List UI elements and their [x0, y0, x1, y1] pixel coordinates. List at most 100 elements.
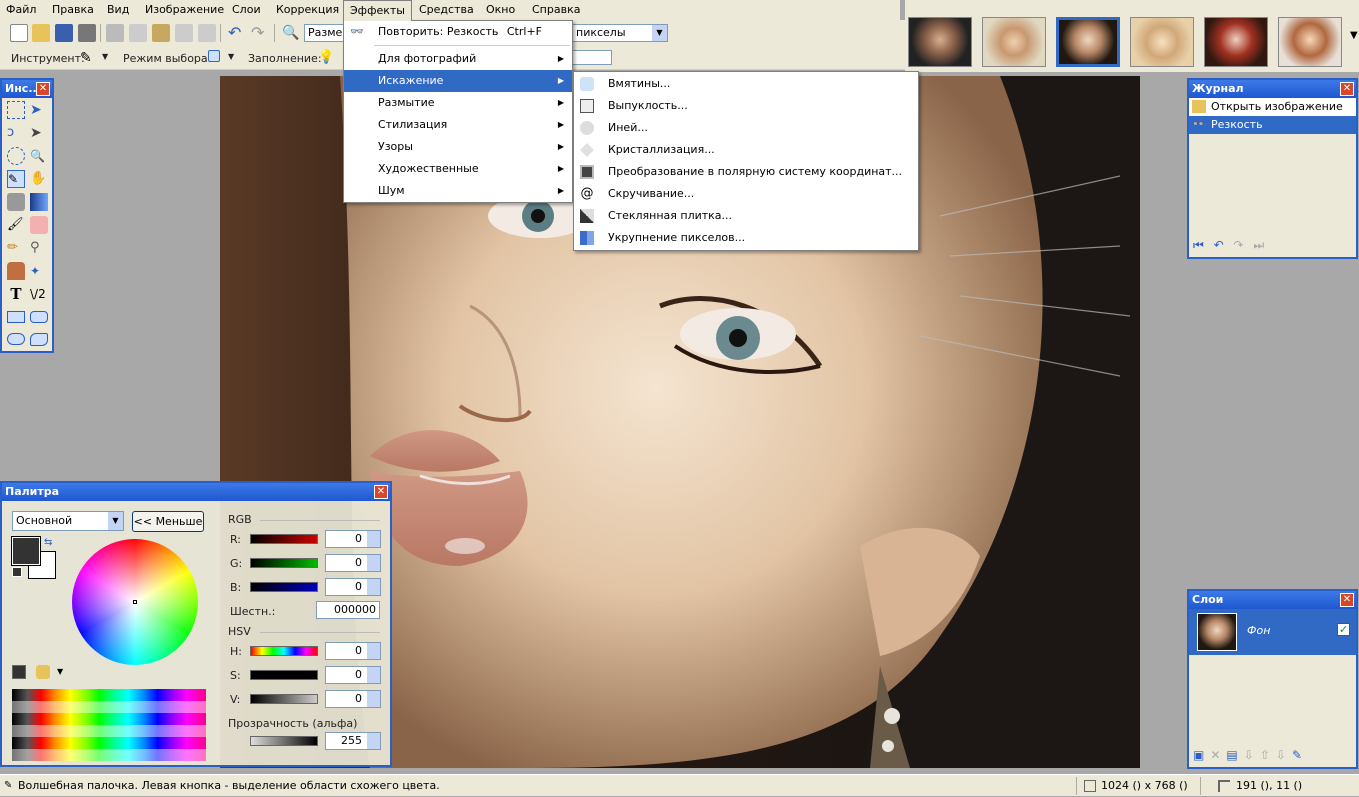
step-back-icon[interactable]: ↶	[1214, 238, 1224, 252]
image-tab-active[interactable]	[1056, 17, 1120, 67]
rounded-rectangle-tool-icon[interactable]	[30, 311, 48, 323]
layer-properties-icon[interactable]: ✎	[1292, 748, 1308, 762]
pan-tool-icon[interactable]: ✋	[30, 170, 48, 188]
saturation-spinbox[interactable]: 0	[325, 666, 381, 684]
close-icon[interactable]: ✕	[1340, 82, 1354, 96]
paintbrush-tool-icon[interactable]: 🖌	[7, 216, 25, 234]
red-slider[interactable]	[250, 534, 318, 544]
gradient-tool-icon[interactable]	[30, 193, 48, 211]
crop-icon[interactable]	[175, 24, 193, 42]
line-tool-icon[interactable]: \/2	[30, 285, 48, 303]
close-icon[interactable]: ✕	[1340, 593, 1354, 607]
selection-mode-icon[interactable]	[208, 50, 220, 62]
menu-edit[interactable]: Правка	[46, 0, 100, 20]
blue-spinbox[interactable]: 0	[325, 578, 381, 596]
swap-colors-icon[interactable]: ⇆	[44, 537, 52, 548]
magic-wand-icon[interactable]: ✎	[80, 49, 98, 67]
add-layer-icon[interactable]: ▣	[1193, 748, 1210, 762]
fast-forward-icon[interactable]: ⏭	[1253, 238, 1264, 252]
clone-stamp-tool-icon[interactable]	[7, 262, 25, 280]
green-spinbox[interactable]: 0	[325, 554, 381, 572]
chevron-down-icon[interactable]: ▼	[1350, 30, 1358, 41]
move-layer-down-icon[interactable]: ⇩	[1276, 748, 1292, 762]
ellipse-tool-icon[interactable]	[7, 333, 25, 345]
menu-view[interactable]: Вид	[101, 0, 135, 20]
layer-row[interactable]: Фон ✓	[1189, 609, 1356, 655]
zoom-out-icon[interactable]: 🔍	[282, 24, 300, 42]
value-slider[interactable]	[250, 694, 318, 704]
layer-visible-checkbox[interactable]: ✓	[1337, 623, 1350, 636]
rect-select-tool-icon[interactable]	[7, 101, 25, 119]
image-tab[interactable]	[1278, 17, 1342, 67]
alpha-spinbox[interactable]: 255	[325, 732, 381, 750]
menu-effects[interactable]: Эффекты	[343, 0, 412, 21]
image-tab[interactable]	[1204, 17, 1268, 67]
saturation-slider[interactable]	[250, 670, 318, 680]
palette-swatches[interactable]	[12, 689, 206, 761]
lasso-tool-icon[interactable]: ↄ	[7, 124, 25, 142]
redo-icon[interactable]: ↷	[251, 24, 269, 42]
hue-spinbox[interactable]: 0	[325, 642, 381, 660]
hex-field[interactable]: 000000	[316, 601, 380, 619]
tolerance-field[interactable]	[572, 50, 612, 65]
new-icon[interactable]	[10, 24, 28, 42]
less-button[interactable]: << Меньше	[132, 511, 204, 532]
menu-image[interactable]: Изображение	[139, 0, 230, 20]
blue-slider[interactable]	[250, 582, 318, 592]
size-combo[interactable]: Размер	[304, 24, 349, 42]
effects-noise-item[interactable]: Шум ▶	[344, 180, 572, 202]
pencil-tool-icon[interactable]: ✏	[7, 239, 25, 257]
pixelate-item[interactable]: Укрупнение пикселов...	[574, 227, 918, 249]
image-tab[interactable]	[982, 17, 1046, 67]
dents-item[interactable]: Вмятины...	[574, 73, 918, 95]
merge-layer-icon[interactable]: ⇩	[1244, 748, 1260, 762]
magic-wand-tool-icon[interactable]: ✎	[7, 170, 25, 188]
effects-blur-item[interactable]: Размытие ▶	[344, 92, 572, 114]
units-select[interactable]: пикселы ▼	[572, 24, 668, 42]
color-wheel[interactable]	[72, 539, 198, 665]
crystallize-item[interactable]: Кристаллизация...	[574, 139, 918, 161]
menu-layers[interactable]: Слои	[226, 0, 267, 20]
effects-distort-item[interactable]: Искажение ▶	[344, 70, 572, 92]
palette-mode-select[interactable]: Основной ▼	[12, 511, 124, 531]
palette-menu-icon[interactable]	[36, 665, 50, 679]
polar-inversion-item[interactable]: Преобразование в полярную систему коорди…	[574, 161, 918, 183]
rewind-icon[interactable]: ⏮	[1193, 238, 1204, 252]
red-spinbox[interactable]: 0	[325, 530, 381, 548]
freeform-shape-tool-icon[interactable]	[30, 333, 48, 346]
image-tab[interactable]	[1130, 17, 1194, 67]
history-item-sharpen[interactable]: 👓 Резкость	[1189, 116, 1356, 134]
effects-stylize-item[interactable]: Стилизация ▶	[344, 114, 572, 136]
step-forward-icon[interactable]: ↷	[1234, 238, 1244, 252]
color-picker-tool-icon[interactable]: ⚲	[30, 239, 48, 257]
move-tool-icon[interactable]: ➤	[30, 124, 48, 142]
primary-color-swatch[interactable]	[11, 536, 41, 566]
open-icon[interactable]	[32, 24, 50, 42]
close-icon[interactable]: ✕	[374, 485, 388, 499]
move-layer-up-icon[interactable]: ⇧	[1260, 748, 1276, 762]
cut-icon[interactable]	[106, 24, 124, 42]
copy-icon[interactable]	[129, 24, 147, 42]
image-tab[interactable]	[908, 17, 972, 67]
delete-layer-icon[interactable]: ✕	[1210, 748, 1226, 762]
chevron-down-icon[interactable]: ▼	[57, 667, 63, 676]
repeat-sharpen-item[interactable]: 👓 Повторить: Резкость Ctrl+F	[344, 21, 572, 43]
print-icon[interactable]	[78, 24, 96, 42]
chevron-down-icon[interactable]: ▼	[102, 52, 108, 61]
hue-slider[interactable]	[250, 646, 318, 656]
duplicate-layer-icon[interactable]: ▤	[1226, 748, 1243, 762]
tile-reflection-item[interactable]: Стеклянная плитка...	[574, 205, 918, 227]
menu-tools[interactable]: Средства	[413, 0, 480, 20]
frosted-glass-item[interactable]: Иней...	[574, 117, 918, 139]
menu-adjustments[interactable]: Коррекция	[270, 0, 345, 20]
text-tool-icon[interactable]: T	[7, 285, 25, 303]
eraser-tool-icon[interactable]	[30, 216, 48, 234]
fill-icon[interactable]: 💡	[318, 49, 336, 67]
add-to-palette-icon[interactable]	[12, 665, 26, 679]
chevron-down-icon[interactable]: ▼	[228, 52, 234, 61]
deselect-icon[interactable]	[198, 24, 216, 42]
paste-icon[interactable]	[152, 24, 170, 42]
menu-file[interactable]: Файл	[0, 0, 42, 20]
reset-colors-icon[interactable]	[12, 567, 22, 577]
history-item-open[interactable]: Открыть изображение	[1189, 98, 1356, 116]
